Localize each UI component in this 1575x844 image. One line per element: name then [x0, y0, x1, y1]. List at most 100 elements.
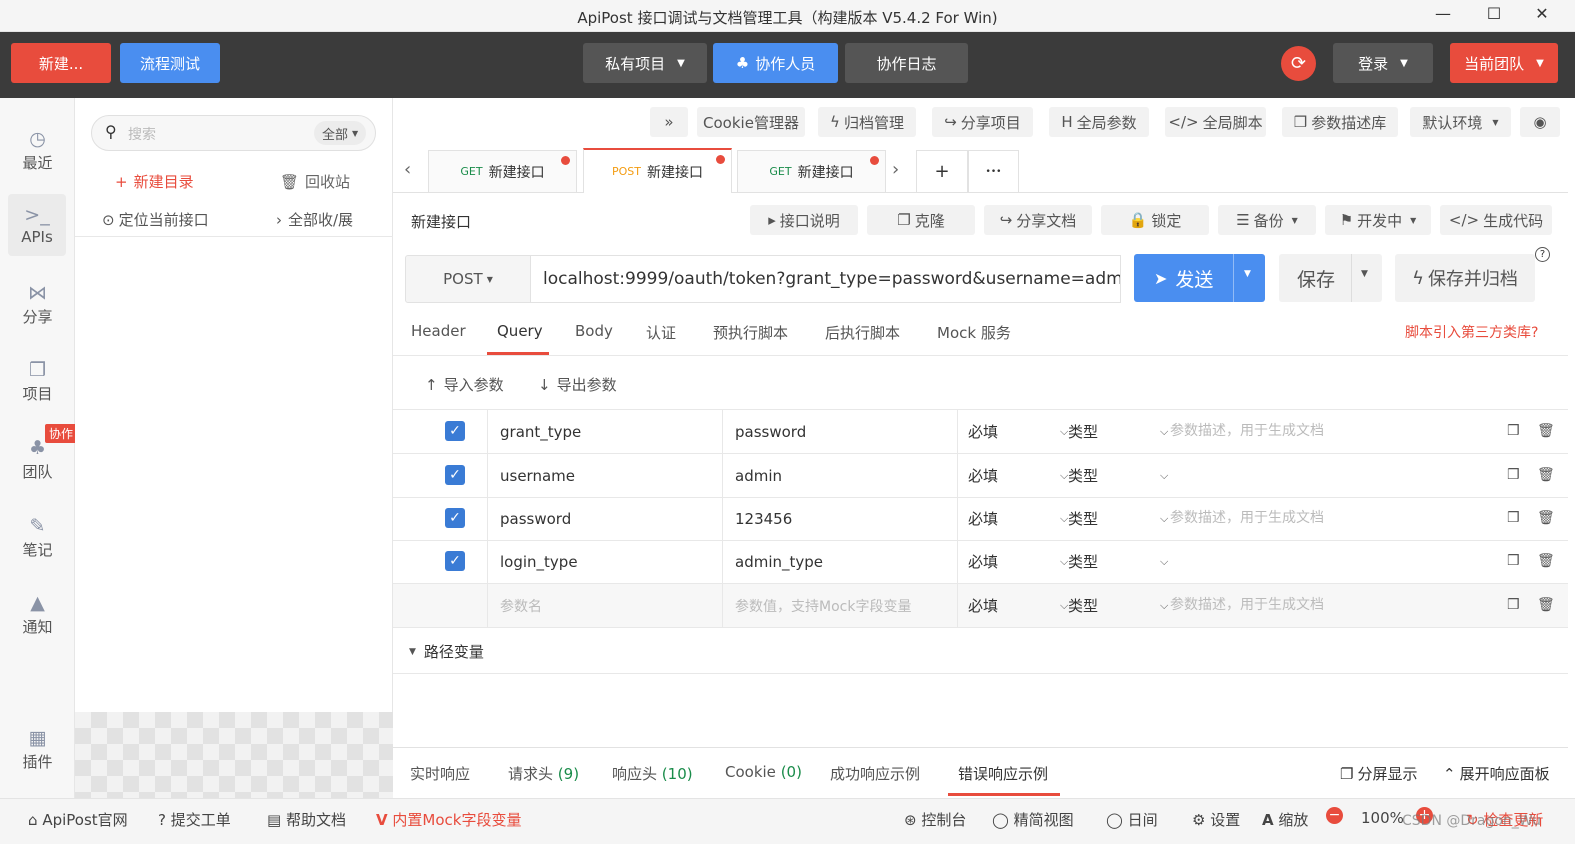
- rail-item-share[interactable]: ⋈ 分享: [0, 272, 75, 334]
- clone-button[interactable]: ❐ 克隆: [867, 205, 975, 235]
- locate-current-button[interactable]: ⊙ 定位当前接口: [102, 209, 209, 230]
- collapse-all-button[interactable]: › 全部收/展: [276, 209, 353, 230]
- tab-request-headers[interactable]: 请求头 (9): [508, 763, 579, 784]
- console-button[interactable]: ⊛ 控制台: [904, 809, 966, 830]
- type-select[interactable]: 类型 ⌵: [1068, 540, 1168, 583]
- share-project-button[interactable]: ↪ 分享项目: [932, 107, 1033, 137]
- sync-icon[interactable]: ⟳: [1281, 46, 1316, 81]
- rail-item-plugins[interactable]: ▦ 插件: [0, 717, 75, 779]
- eye-icon[interactable]: ◉: [1520, 107, 1560, 137]
- rail-item-project[interactable]: ❒ 项目: [0, 349, 75, 411]
- current-team-button[interactable]: 当前团队 ▼: [1450, 43, 1558, 83]
- tab-query[interactable]: Query: [497, 322, 543, 340]
- row-checkbox[interactable]: ✓: [445, 508, 465, 528]
- tab-prev-button[interactable]: ‹: [404, 159, 411, 180]
- trash-icon[interactable]: 🗑: [1537, 553, 1555, 569]
- theme-toggle[interactable]: ◯ 日间: [1106, 809, 1158, 830]
- new-button[interactable]: 新建...: [11, 43, 111, 83]
- more-tabs-button[interactable]: •••: [968, 150, 1019, 192]
- tab-error-example[interactable]: 错误响应示例: [958, 763, 1048, 784]
- collab-log-button[interactable]: 协作日志: [845, 43, 968, 83]
- type-select[interactable]: 类型 ⌵: [1068, 497, 1168, 540]
- param-library-button[interactable]: ❒ 参数描述库: [1282, 107, 1398, 137]
- param-desc[interactable]: 参数描述，用于生成文档: [1170, 408, 1324, 451]
- third-party-link[interactable]: 脚本引入第三方类库?: [1405, 322, 1538, 342]
- param-key[interactable]: login_type: [500, 540, 578, 583]
- maximize-button[interactable]: ☐: [1479, 4, 1509, 26]
- param-value[interactable]: admin: [735, 454, 782, 497]
- project-select[interactable]: 私有项目 ▼: [583, 43, 707, 83]
- cube-icon[interactable]: ❒: [1507, 597, 1520, 613]
- send-options-button[interactable]: ▼: [1244, 269, 1251, 279]
- rail-item-recent[interactable]: ◷ 最近: [0, 118, 75, 180]
- expand-response-button[interactable]: ⌃ 展开响应面板: [1443, 763, 1550, 784]
- settings-button[interactable]: ⚙ 设置: [1192, 809, 1240, 830]
- required-select[interactable]: 必填 ⌵: [968, 454, 1068, 497]
- param-desc[interactable]: 参数描述，用于生成文档: [1170, 495, 1324, 538]
- url-input[interactable]: localhost:9999/oauth/token?grant_type=pa…: [531, 255, 1121, 303]
- row-checkbox[interactable]: ✓: [445, 465, 465, 485]
- tab-cookie[interactable]: Cookie (0): [725, 763, 802, 781]
- tab-mock[interactable]: Mock 服务: [937, 322, 1011, 343]
- tab-post-script[interactable]: 后执行脚本: [825, 322, 900, 343]
- row-checkbox[interactable]: ✓: [445, 421, 465, 441]
- tab-realtime-response[interactable]: 实时响应: [410, 763, 470, 784]
- required-select[interactable]: 必填 ⌵: [968, 540, 1068, 583]
- search-box[interactable]: ⚲ 搜索 全部 ▼: [91, 115, 376, 151]
- flow-test-button[interactable]: 流程测试: [120, 43, 220, 83]
- cube-icon[interactable]: ❒: [1507, 510, 1520, 526]
- cookie-manager-button[interactable]: Cookie管理器: [697, 107, 805, 137]
- required-select[interactable]: 必填 ⌵: [968, 497, 1068, 540]
- collaborators-button[interactable]: ♣ 协作人员: [713, 43, 838, 83]
- expand-toolbar-button[interactable]: »: [650, 107, 688, 137]
- precise-view-toggle[interactable]: ◯ 精简视图: [992, 809, 1074, 830]
- new-folder-button[interactable]: + 新建目录: [115, 171, 194, 192]
- split-view-button[interactable]: ❐ 分屏显示: [1340, 763, 1417, 784]
- submit-ticket-link[interactable]: ? 提交工单: [158, 809, 231, 830]
- tab-next-button[interactable]: ›: [892, 159, 899, 180]
- login-button[interactable]: 登录 ▼: [1333, 43, 1433, 83]
- type-select[interactable]: 类型 ⌵: [1068, 584, 1168, 627]
- search-input[interactable]: 搜索: [128, 124, 156, 144]
- trash-icon[interactable]: 🗑: [1537, 510, 1555, 526]
- new-param-value-input[interactable]: 参数值，支持Mock字段变量: [735, 584, 911, 627]
- param-value[interactable]: admin_type: [735, 540, 823, 583]
- save-archive-button[interactable]: ϟ 保存并归档: [1395, 254, 1535, 302]
- tab-api-1[interactable]: GET 新建接口: [428, 150, 577, 192]
- tab-auth[interactable]: 认证: [646, 322, 676, 343]
- share-doc-button[interactable]: ↪ 分享文档: [984, 205, 1092, 235]
- global-params-button[interactable]: H 全局参数: [1049, 107, 1149, 137]
- tab-header[interactable]: Header: [411, 322, 466, 340]
- param-key[interactable]: grant_type: [500, 410, 581, 453]
- help-icon[interactable]: ?: [1535, 247, 1550, 262]
- lock-button[interactable]: 🔒 锁定: [1101, 205, 1209, 235]
- archive-manage-button[interactable]: ϟ 归档管理: [818, 107, 916, 137]
- cube-icon[interactable]: ❒: [1507, 467, 1520, 483]
- param-key[interactable]: username: [500, 454, 575, 497]
- rail-item-notes[interactable]: ✎ 笔记: [0, 505, 75, 567]
- save-options-button[interactable]: ▼: [1361, 269, 1368, 279]
- cube-icon[interactable]: ❒: [1507, 423, 1520, 439]
- tab-response-headers[interactable]: 响应头 (10): [612, 763, 693, 784]
- minimize-button[interactable]: —: [1428, 4, 1458, 26]
- export-params-button[interactable]: ↓ 导出参数: [538, 374, 617, 395]
- add-tab-button[interactable]: +: [916, 150, 968, 192]
- required-select[interactable]: 必填 ⌵: [968, 410, 1068, 453]
- required-select[interactable]: 必填 ⌵: [968, 584, 1068, 627]
- recycle-bin-button[interactable]: 🗑 回收站: [280, 171, 350, 192]
- tab-body[interactable]: Body: [575, 322, 613, 340]
- rail-item-apis[interactable]: >_ APIs: [8, 194, 66, 256]
- zoom-button[interactable]: A 缩放: [1262, 809, 1308, 830]
- help-docs-link[interactable]: ▤ 帮助文档: [267, 809, 346, 830]
- new-param-key-input[interactable]: 参数名: [500, 584, 542, 627]
- environment-select[interactable]: 默认环境 ▼: [1410, 107, 1511, 137]
- row-checkbox[interactable]: ✓: [445, 551, 465, 571]
- backup-button[interactable]: ☰ 备份 ▼: [1218, 205, 1316, 235]
- official-site-link[interactable]: ⌂ ApiPost官网: [28, 809, 128, 830]
- param-value[interactable]: 123456: [735, 497, 792, 540]
- type-select[interactable]: 类型 ⌵: [1068, 410, 1168, 453]
- import-params-button[interactable]: ↑ 导入参数: [425, 374, 504, 395]
- zoom-out-button[interactable]: −: [1326, 807, 1343, 824]
- param-key[interactable]: password: [500, 497, 571, 540]
- trash-icon[interactable]: 🗑: [1537, 467, 1555, 483]
